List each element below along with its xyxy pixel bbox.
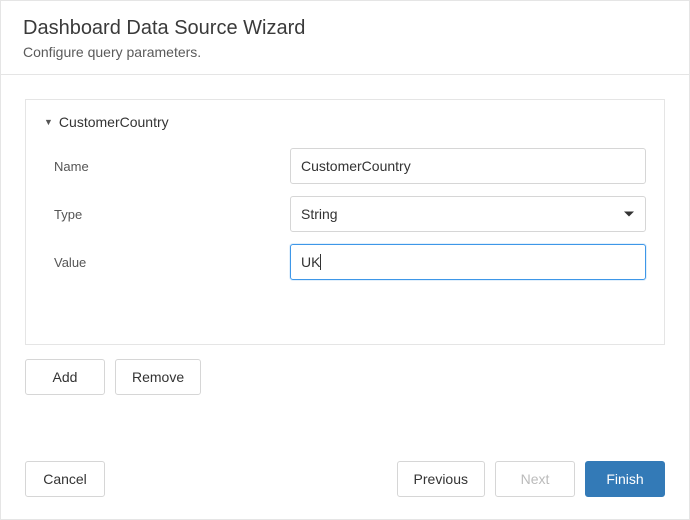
triangle-down-icon: ▼ — [44, 118, 53, 127]
wizard-header: Dashboard Data Source Wizard Configure q… — [1, 1, 689, 75]
wizard-subtitle: Configure query parameters. — [23, 44, 667, 60]
param-buttons: Add Remove — [25, 359, 665, 395]
cancel-button[interactable]: Cancel — [25, 461, 105, 497]
text-cursor — [320, 254, 321, 270]
label-value: Value — [54, 255, 290, 270]
type-select-value: String — [301, 206, 338, 222]
previous-button[interactable]: Previous — [397, 461, 485, 497]
parameter-display-name: CustomerCountry — [59, 114, 169, 130]
parameters-panel: ▼ CustomerCountry Name Type String — [25, 99, 665, 345]
wizard-footer: Cancel Previous Next Finish — [1, 461, 689, 519]
add-button[interactable]: Add — [25, 359, 105, 395]
parameter-expander[interactable]: ▼ CustomerCountry — [44, 114, 646, 130]
next-button: Next — [495, 461, 575, 497]
value-input[interactable]: UK — [290, 244, 646, 280]
remove-button[interactable]: Remove — [115, 359, 201, 395]
label-name: Name — [54, 159, 290, 174]
name-input[interactable] — [290, 148, 646, 184]
row-name: Name — [44, 148, 646, 184]
label-type: Type — [54, 207, 290, 222]
value-input-text: UK — [301, 254, 320, 270]
finish-button[interactable]: Finish — [585, 461, 665, 497]
row-type: Type String — [44, 196, 646, 232]
row-value: Value UK — [44, 244, 646, 280]
wizard-title: Dashboard Data Source Wizard — [23, 17, 667, 40]
type-select[interactable]: String — [290, 196, 646, 232]
wizard-body: ▼ CustomerCountry Name Type String — [1, 75, 689, 461]
wizard-dialog: Dashboard Data Source Wizard Configure q… — [0, 0, 690, 520]
